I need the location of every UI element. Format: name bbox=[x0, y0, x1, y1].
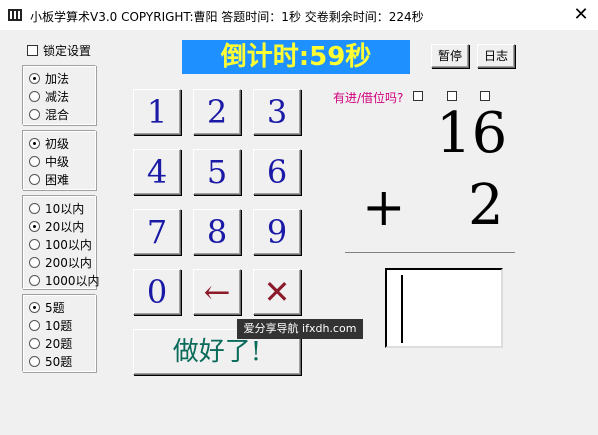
radio-label: 20以内 bbox=[45, 220, 85, 234]
radio-range-20[interactable]: 20以内 bbox=[29, 218, 84, 235]
operand-2: 2 bbox=[468, 173, 504, 238]
radio-mixed[interactable]: 混合 bbox=[29, 106, 69, 123]
key-5[interactable]: 5 bbox=[193, 149, 241, 195]
carry-borrow-label: 有进/借位吗? bbox=[333, 91, 404, 105]
radio-level-intermediate[interactable]: 中级 bbox=[29, 153, 69, 170]
lock-settings-label: 锁定设置 bbox=[43, 44, 92, 58]
key-0[interactable]: 0 bbox=[133, 269, 181, 315]
radio-count-50[interactable]: 50题 bbox=[29, 353, 72, 370]
radio-icon bbox=[29, 203, 40, 214]
radio-count-10[interactable]: 10题 bbox=[29, 317, 72, 334]
carry-checkbox-1[interactable] bbox=[413, 91, 423, 101]
radio-icon bbox=[29, 239, 40, 250]
watermark-label: 爱分享导航 ifxdh.com bbox=[237, 319, 363, 339]
level-group: 初级 中级 困难 bbox=[22, 130, 96, 190]
radio-label: 加法 bbox=[45, 72, 70, 86]
radio-label: 初级 bbox=[45, 137, 70, 151]
main-panel: 锁定设置 加法 减法 混合 初级 中级 困难 10以内 20以内 100以内 2… bbox=[0, 30, 598, 435]
countdown-display: 倒计时:59秒 bbox=[182, 40, 410, 74]
key-7[interactable]: 7 bbox=[133, 209, 181, 255]
radio-icon bbox=[29, 320, 40, 331]
radio-label: 20题 bbox=[45, 337, 73, 351]
radio-icon bbox=[29, 356, 40, 367]
range-group: 10以内 20以内 100以内 200以内 1000以内 bbox=[22, 195, 100, 289]
equation-divider bbox=[345, 252, 515, 253]
carry-checkbox-3[interactable] bbox=[480, 91, 490, 101]
radio-icon bbox=[29, 91, 40, 102]
key-8[interactable]: 8 bbox=[193, 209, 241, 255]
radio-range-100[interactable]: 100以内 bbox=[29, 236, 92, 253]
key-6[interactable]: 6 bbox=[253, 149, 301, 195]
done-button-label: 做好了! bbox=[172, 337, 262, 367]
question-count-group: 5题 10题 20题 50题 bbox=[22, 294, 96, 372]
radio-subtraction[interactable]: 减法 bbox=[29, 88, 69, 105]
radio-count-20[interactable]: 20题 bbox=[29, 335, 72, 352]
radio-label: 减法 bbox=[45, 90, 70, 104]
key-4[interactable]: 4 bbox=[133, 149, 181, 195]
radio-count-5[interactable]: 5题 bbox=[29, 299, 65, 316]
log-button[interactable]: 日志 bbox=[477, 44, 515, 68]
radio-icon bbox=[29, 257, 40, 268]
radio-label: 100以内 bbox=[45, 238, 92, 252]
checkbox-icon bbox=[27, 45, 38, 56]
radio-level-hard[interactable]: 困难 bbox=[29, 171, 69, 188]
carry-checkbox-2[interactable] bbox=[447, 91, 457, 101]
radio-label: 5题 bbox=[45, 301, 65, 315]
radio-range-200[interactable]: 200以内 bbox=[29, 254, 92, 271]
radio-range-1000[interactable]: 1000以内 bbox=[29, 272, 100, 289]
radio-addition[interactable]: 加法 bbox=[29, 70, 69, 87]
radio-label: 200以内 bbox=[45, 256, 92, 270]
clear-key[interactable]: ✕ bbox=[253, 269, 301, 315]
operator-sign: + bbox=[362, 178, 406, 238]
title-bar: 小板学算术V3.0 COPYRIGHT:曹阳 答题时间：1秒 交卷剩余时间：22… bbox=[0, 0, 598, 30]
window-title: 小板学算术V3.0 COPYRIGHT:曹阳 答题时间：1秒 交卷剩余时间：22… bbox=[30, 10, 424, 24]
backspace-arrow-icon: ← bbox=[203, 273, 231, 311]
radio-label: 10以内 bbox=[45, 202, 85, 216]
radio-range-10[interactable]: 10以内 bbox=[29, 200, 84, 217]
radio-icon bbox=[29, 174, 40, 185]
text-caret bbox=[401, 275, 403, 343]
key-9[interactable]: 9 bbox=[253, 209, 301, 255]
operation-group: 加法 减法 混合 bbox=[22, 65, 96, 125]
pause-button[interactable]: 暂停 bbox=[431, 44, 469, 68]
lock-settings-checkbox[interactable]: 锁定设置 bbox=[27, 42, 91, 59]
key-2[interactable]: 2 bbox=[193, 89, 241, 135]
clear-x-icon: ✕ bbox=[263, 273, 291, 311]
key-3[interactable]: 3 bbox=[253, 89, 301, 135]
backspace-key[interactable]: ← bbox=[193, 269, 241, 315]
operand-1: 16 bbox=[436, 101, 508, 166]
radio-label: 1000以内 bbox=[45, 274, 100, 288]
close-icon: ✕ bbox=[573, 4, 589, 25]
key-1[interactable]: 1 bbox=[133, 89, 181, 135]
close-button[interactable]: ✕ bbox=[564, 0, 598, 30]
radio-icon bbox=[29, 109, 40, 120]
radio-label: 混合 bbox=[45, 108, 70, 122]
radio-label: 10题 bbox=[45, 319, 73, 333]
radio-label: 困难 bbox=[45, 173, 70, 187]
radio-selected-icon bbox=[29, 73, 40, 84]
radio-icon bbox=[29, 275, 40, 286]
radio-selected-icon bbox=[29, 221, 40, 232]
answer-input[interactable] bbox=[385, 268, 503, 348]
radio-label: 50题 bbox=[45, 355, 73, 369]
radio-label: 中级 bbox=[45, 155, 70, 169]
radio-icon bbox=[29, 338, 40, 349]
radio-selected-icon bbox=[29, 138, 40, 149]
radio-selected-icon bbox=[29, 302, 40, 313]
radio-level-beginner[interactable]: 初级 bbox=[29, 135, 69, 152]
radio-icon bbox=[29, 156, 40, 167]
app-icon bbox=[8, 9, 22, 21]
